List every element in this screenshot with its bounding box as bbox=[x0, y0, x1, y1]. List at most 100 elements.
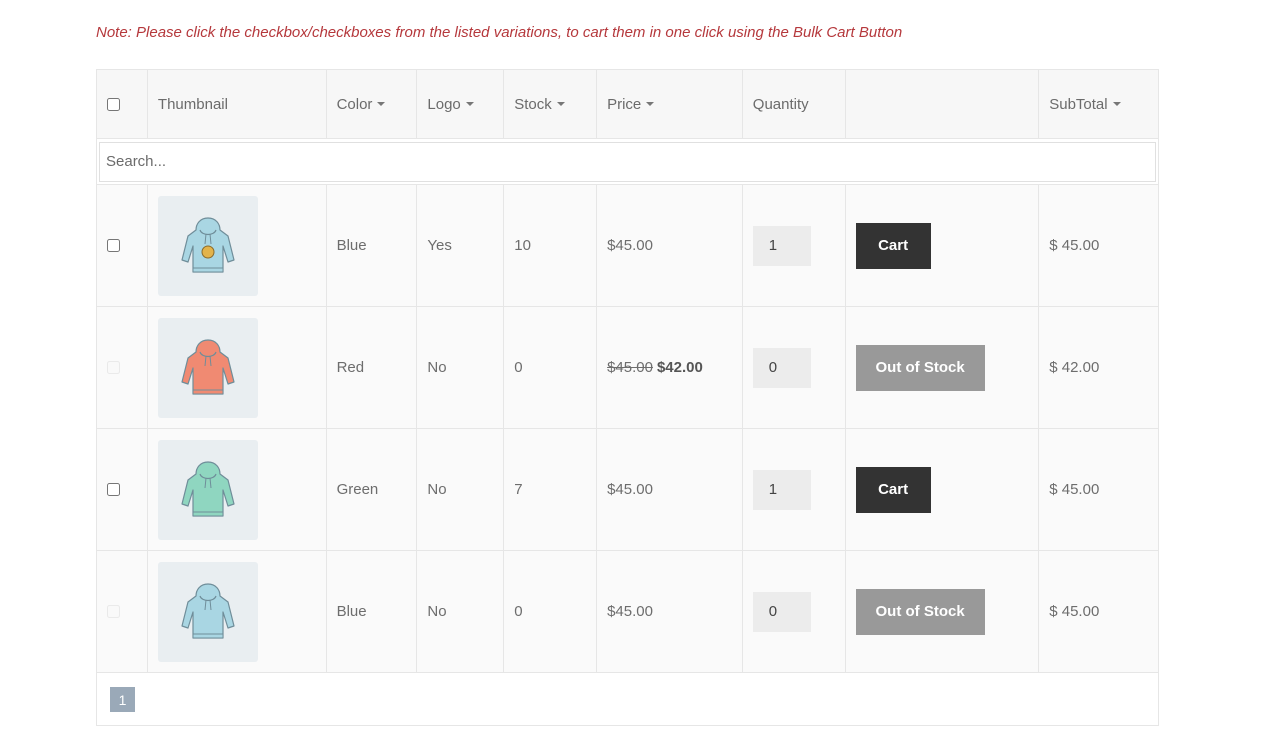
subtotal-cell-text: $ 45.00 bbox=[1049, 237, 1100, 254]
select-cell bbox=[97, 185, 148, 306]
row-select-checkbox[interactable] bbox=[107, 483, 120, 496]
thumbnail-cell bbox=[148, 551, 327, 672]
select-cell bbox=[97, 429, 148, 550]
logo-cell-text: No bbox=[427, 359, 447, 376]
product-thumbnail[interactable] bbox=[157, 561, 258, 662]
row-select-checkbox bbox=[107, 605, 120, 618]
quantity-cell bbox=[743, 429, 846, 550]
quantity-input[interactable] bbox=[752, 591, 811, 632]
subtotal-cell-text: $ 45.00 bbox=[1049, 481, 1100, 498]
header-logo-label: Logo bbox=[427, 95, 461, 113]
subtotal-cell: $ 45.00 bbox=[1039, 185, 1158, 306]
stock-cell: 10 bbox=[504, 185, 598, 306]
hoodie-image bbox=[181, 338, 235, 395]
table-row: Red No 0 $45.00$42.00 Out of Stock $ 42.00 bbox=[96, 307, 1159, 429]
quantity-input[interactable] bbox=[752, 469, 811, 510]
thumbnail-cell bbox=[148, 307, 327, 428]
price-cell-text: $45.00 bbox=[607, 603, 653, 620]
cart-button[interactable]: Cart bbox=[855, 466, 931, 513]
product-thumbnail[interactable] bbox=[157, 439, 258, 540]
sort-caret-icon bbox=[1112, 102, 1121, 106]
price-old: $45.00 bbox=[607, 359, 653, 376]
thumbnail-cell bbox=[148, 185, 327, 306]
select-cell bbox=[97, 307, 148, 428]
table-header-row: Thumbnail Color Logo Stock Price Quantit… bbox=[96, 69, 1159, 139]
page-1-button[interactable]: 1 bbox=[110, 687, 135, 712]
color-cell-text: Red bbox=[336, 359, 365, 376]
price-cell: $45.00 $42.00 bbox=[597, 307, 743, 428]
price-cell-text: $45.00 bbox=[607, 481, 653, 498]
quantity-cell bbox=[743, 185, 846, 306]
stock-cell: 7 bbox=[504, 429, 598, 550]
subtotal-cell: $ 45.00 bbox=[1039, 551, 1158, 672]
logo-cell-text: No bbox=[427, 481, 447, 498]
price-sale: $42.00 bbox=[656, 359, 703, 376]
price-cell-text: $45.00 bbox=[607, 237, 653, 254]
table-body: BlueYes10$45.00Cart$ 45.00RedNo0$45.00$4… bbox=[96, 185, 1159, 673]
out-of-stock-button[interactable]: Out of Stock bbox=[855, 588, 985, 635]
out-of-stock-button[interactable]: Out of Stock bbox=[855, 344, 985, 391]
table-row: Blue No 0 $45.00 Out of Stock $ 45.00 bbox=[96, 551, 1159, 673]
quantity-cell bbox=[743, 551, 846, 672]
logo-cell: No bbox=[417, 551, 505, 672]
price-cell: $45.00 bbox=[597, 185, 743, 306]
action-cell: Cart bbox=[846, 185, 1040, 306]
pagination: 1 bbox=[96, 673, 1159, 726]
header-quantity-label: Quantity bbox=[752, 95, 809, 113]
thumbnail-cell bbox=[148, 429, 327, 550]
color-cell-text: Blue bbox=[336, 603, 367, 620]
header-quantity: Quantity bbox=[743, 70, 846, 138]
search-input[interactable] bbox=[99, 141, 1156, 182]
action-cell: Out of Stock bbox=[846, 307, 1040, 428]
header-color[interactable]: Color bbox=[327, 70, 418, 138]
header-logo[interactable]: Logo bbox=[417, 70, 505, 138]
row-select-checkbox[interactable] bbox=[107, 239, 120, 252]
color-cell: Red bbox=[327, 307, 418, 428]
quantity-input[interactable] bbox=[752, 225, 811, 266]
action-cell: Cart bbox=[846, 429, 1040, 550]
select-cell bbox=[97, 551, 148, 672]
header-color-label: Color bbox=[336, 95, 373, 113]
color-cell: Green bbox=[327, 429, 418, 550]
stock-cell-text: 0 bbox=[514, 359, 523, 376]
color-cell-text: Green bbox=[336, 481, 379, 498]
stock-cell: 0 bbox=[504, 551, 598, 672]
product-thumbnail[interactable] bbox=[157, 317, 258, 418]
search-row bbox=[96, 139, 1159, 185]
action-cell: Out of Stock bbox=[846, 551, 1040, 672]
variations-table: Thumbnail Color Logo Stock Price Quantit… bbox=[96, 69, 1159, 726]
hoodie-image bbox=[181, 216, 235, 273]
subtotal-cell: $ 42.00 bbox=[1039, 307, 1158, 428]
header-thumbnail: Thumbnail bbox=[148, 70, 327, 138]
sort-caret-icon bbox=[377, 102, 386, 106]
header-action bbox=[846, 70, 1040, 138]
hoodie-image bbox=[181, 460, 235, 517]
color-cell: Blue bbox=[327, 185, 418, 306]
subtotal-cell: $ 45.00 bbox=[1039, 429, 1158, 550]
header-price-label: Price bbox=[607, 95, 642, 113]
sort-caret-icon bbox=[556, 102, 565, 106]
logo-cell-text: No bbox=[427, 603, 447, 620]
table-row: Green No 7 $45.00 Cart $ 45.00 bbox=[96, 429, 1159, 551]
stock-cell-text: 0 bbox=[514, 603, 523, 620]
logo-cell-text: Yes bbox=[427, 237, 452, 254]
stock-cell: 0 bbox=[504, 307, 598, 428]
stock-cell-text: 7 bbox=[514, 481, 523, 498]
cart-button[interactable]: Cart bbox=[855, 222, 931, 269]
header-stock[interactable]: Stock bbox=[504, 70, 598, 138]
quantity-input[interactable] bbox=[752, 347, 811, 388]
subtotal-cell-text: $ 45.00 bbox=[1049, 603, 1100, 620]
bulk-cart-note: Note: Please click the checkbox/checkbox… bbox=[96, 24, 903, 41]
header-price[interactable]: Price bbox=[597, 70, 743, 138]
stock-cell-text: 10 bbox=[514, 237, 531, 254]
logo-cell: Yes bbox=[417, 185, 505, 306]
header-subtotal[interactable]: SubTotal bbox=[1039, 70, 1158, 138]
header-thumbnail-label: Thumbnail bbox=[157, 95, 228, 113]
header-subtotal-label: SubTotal bbox=[1049, 95, 1108, 113]
logo-cell: No bbox=[417, 307, 505, 428]
subtotal-cell-text: $ 42.00 bbox=[1049, 359, 1100, 376]
header-stock-label: Stock bbox=[514, 95, 552, 113]
select-all-checkbox[interactable] bbox=[107, 97, 120, 111]
price-cell: $45.00 bbox=[597, 429, 743, 550]
product-thumbnail[interactable] bbox=[157, 195, 258, 296]
